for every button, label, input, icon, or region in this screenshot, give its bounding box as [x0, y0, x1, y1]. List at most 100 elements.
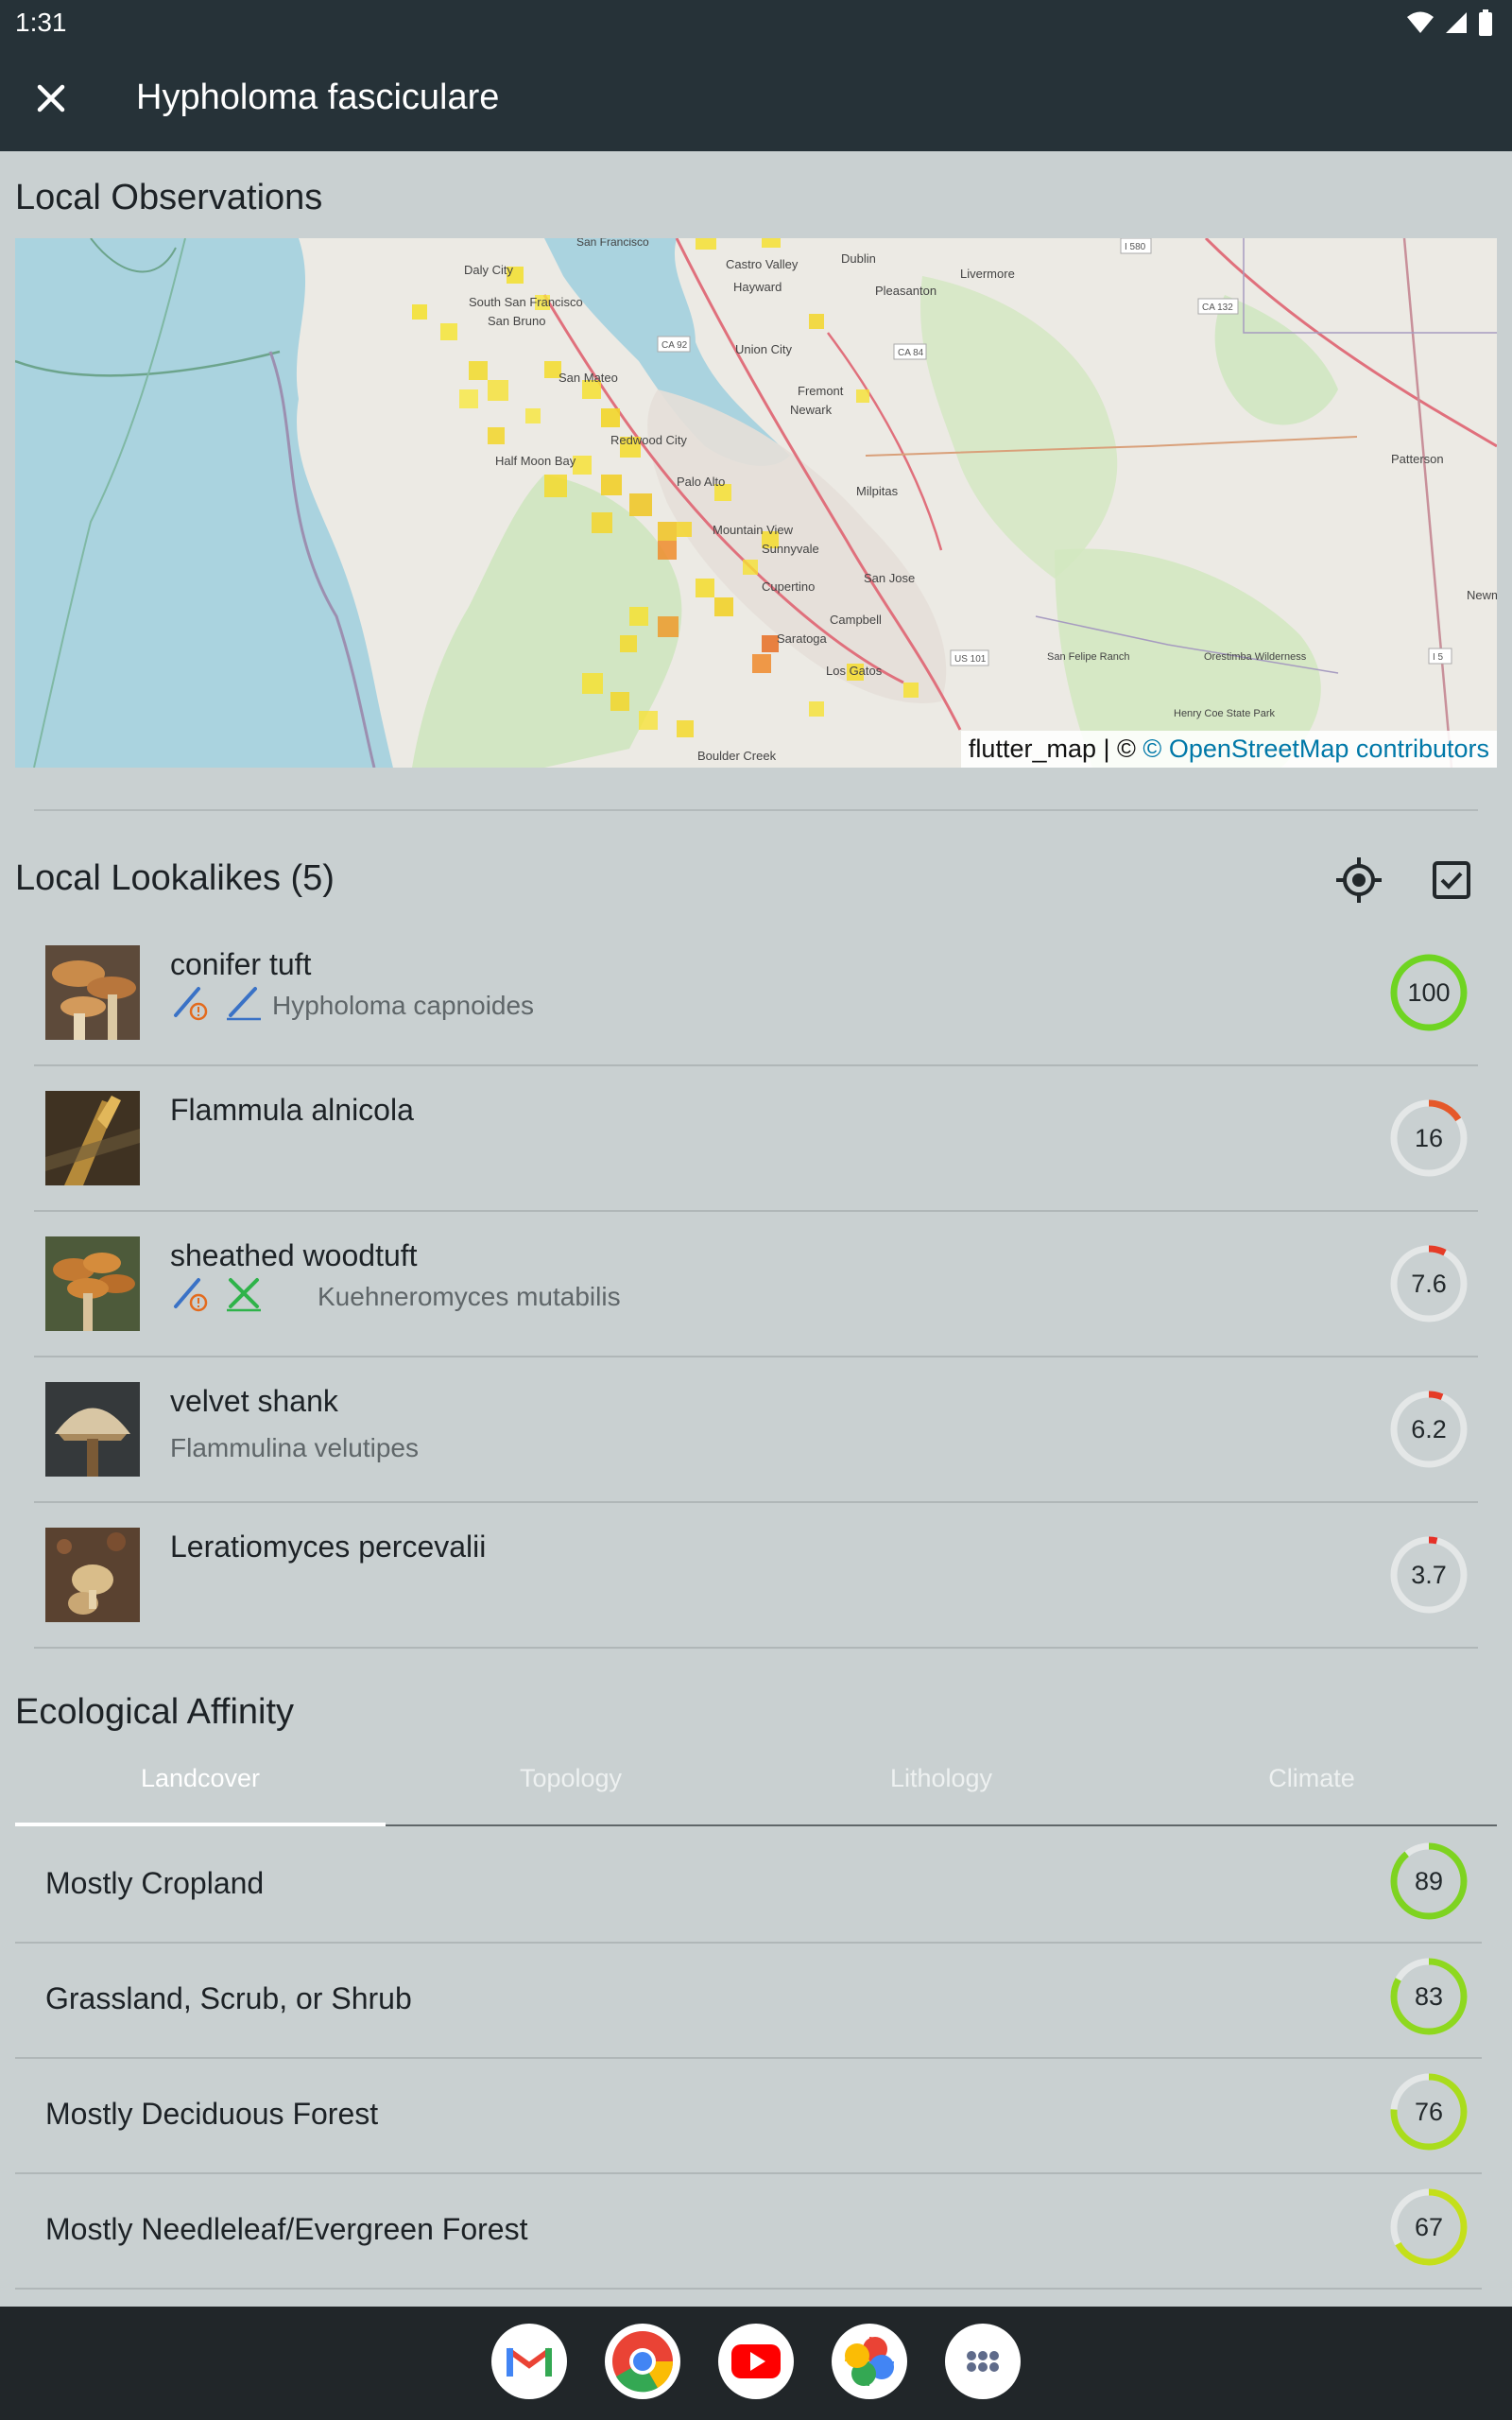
map-label: Campbell: [830, 613, 882, 627]
map-label: Sunnyvale: [762, 542, 819, 556]
map-label: San Felipe Ranch: [1047, 651, 1129, 663]
map-label: Fremont: [798, 384, 844, 398]
map-label: Livermore: [960, 267, 1015, 281]
tab-climate[interactable]: Climate: [1126, 1745, 1497, 1826]
app-bar: Hypholoma fasciculare: [0, 45, 1512, 151]
affinity-label: Grassland, Scrub, or Shrub: [45, 1981, 412, 2015]
mushroom-thumbnail: [45, 1236, 140, 1331]
affinity-row[interactable]: Grassland, Scrub, or Shrub 83: [15, 1944, 1482, 2059]
mushroom-thumbnail: [45, 1528, 140, 1622]
score-value: 89: [1414, 1867, 1444, 1895]
section-divider: [34, 809, 1478, 811]
map-label: Daly City: [464, 263, 514, 277]
lookalike-scientific-name: Hypholoma capnoides: [272, 991, 535, 1020]
map-label: Pleasanton: [875, 284, 936, 298]
chrome-icon[interactable]: [605, 2324, 680, 2399]
score-ring: 3.7: [1389, 1535, 1469, 1615]
lookalike-common-name: Leratiomyces percevalii: [170, 1530, 487, 1564]
map-label: Hayward: [733, 280, 782, 294]
list-item[interactable]: Leratiomyces percevalii 3.7: [34, 1503, 1478, 1649]
score-value: 83: [1414, 1982, 1444, 2011]
affinity-row[interactable]: Mostly Cropland 89: [15, 1828, 1482, 1944]
lookalike-common-name: sheathed woodtuft: [170, 1238, 418, 1272]
gmail-icon[interactable]: [491, 2324, 567, 2399]
attribution-text: flutter_map | ©: [968, 735, 1136, 763]
knife-icon: [227, 987, 261, 1021]
affinity-row[interactable]: Mostly Needleleaf/Evergreen Forest 67: [15, 2174, 1482, 2290]
score-value: 16: [1414, 1124, 1444, 1152]
mushroom-thumbnail: [45, 945, 140, 1040]
score-value: 3.7: [1411, 1561, 1447, 1589]
status-time: 1:31: [15, 8, 67, 37]
road-label: I 5: [1433, 652, 1444, 663]
list-item[interactable]: velvet shank Flammulina velutipes 6.2: [34, 1357, 1478, 1503]
close-icon[interactable]: [26, 74, 76, 123]
lookalike-common-name: velvet shank: [170, 1384, 338, 1418]
tab-lithology[interactable]: Lithology: [756, 1745, 1126, 1826]
status-bar: 1:31: [0, 0, 1512, 45]
map-label: Orestimba Wilderness: [1204, 651, 1307, 663]
map-label: San Francisco: [576, 238, 649, 249]
score-value: 76: [1414, 2098, 1444, 2126]
score-ring: 89: [1389, 1841, 1469, 1921]
map-label: San Bruno: [488, 314, 545, 328]
observations-map[interactable]: Daly City South San Francisco San Bruno …: [15, 238, 1497, 768]
score-value: 7.6: [1411, 1270, 1447, 1298]
checkbox-checked-icon[interactable]: [1425, 854, 1478, 907]
map-label: Half Moon Bay: [495, 454, 576, 468]
score-ring: 6.2: [1389, 1390, 1469, 1469]
youtube-icon[interactable]: [718, 2324, 794, 2399]
app-dock: [0, 2307, 1512, 2420]
lookalike-common-name: Flammula alnicola: [170, 1093, 414, 1127]
map-label: Castro Valley: [726, 257, 799, 271]
mushroom-thumbnail: [45, 1382, 140, 1477]
map-label: Newman: [1467, 588, 1497, 602]
map-label: Union City: [735, 342, 792, 356]
ecology-tabs: Landcover Topology Lithology Climate: [15, 1745, 1497, 1826]
map-label: Saratoga: [777, 631, 828, 646]
map-label: South San Francisco: [469, 295, 583, 309]
list-item[interactable]: conifer tuft Hypholoma capnoides 100: [34, 921, 1478, 1066]
map-label: San Mateo: [558, 371, 618, 385]
tab-landcover[interactable]: Landcover: [15, 1745, 386, 1826]
map-label: Palo Alto: [677, 475, 725, 489]
app-drawer-icon[interactable]: [945, 2324, 1021, 2399]
tab-topology[interactable]: Topology: [386, 1745, 756, 1826]
edibility-badges: [170, 1274, 263, 1312]
score-ring: 67: [1389, 2187, 1469, 2267]
map-label: San Jose: [864, 571, 915, 585]
active-tab-indicator: [15, 1823, 386, 1826]
crossed-utensils-icon: [227, 1278, 261, 1312]
lookalike-scientific-name: Kuehneromyces mutabilis: [318, 1282, 621, 1311]
list-item[interactable]: Flammula alnicola 16: [34, 1066, 1478, 1212]
battery-icon: [1479, 9, 1492, 36]
cell-signal-icon: [1446, 12, 1467, 33]
road-label: CA 132: [1202, 302, 1233, 313]
road-label: I 580: [1125, 242, 1146, 252]
lookalike-common-name: conifer tuft: [170, 947, 312, 981]
score-ring: 76: [1389, 2072, 1469, 2152]
score-ring: 16: [1389, 1098, 1469, 1178]
score-value: 6.2: [1411, 1415, 1447, 1443]
my-location-icon[interactable]: [1332, 854, 1385, 907]
mushroom-thumbnail: [45, 1091, 140, 1185]
road-label: CA 92: [662, 340, 688, 351]
knife-warning-icon: [174, 987, 208, 1021]
road-label: US 101: [954, 654, 987, 665]
edibility-badges: [170, 983, 263, 1021]
map-label: Boulder Creek: [697, 749, 777, 763]
map-label: Cupertino: [762, 579, 815, 594]
page-title: Hypholoma fasciculare: [136, 78, 500, 117]
map-label: Patterson: [1391, 452, 1444, 466]
affinity-label: Mostly Needleleaf/Evergreen Forest: [45, 2212, 528, 2246]
photos-icon[interactable]: [832, 2324, 907, 2399]
affinity-label: Mostly Deciduous Forest: [45, 2097, 379, 2131]
affinity-row[interactable]: Mostly Deciduous Forest 76: [15, 2059, 1482, 2174]
map-canvas[interactable]: Daly City South San Francisco San Bruno …: [15, 238, 1497, 768]
map-label: Dublin: [841, 251, 876, 266]
list-item[interactable]: sheathed woodtuft Kuehneromyces mutabili…: [34, 1212, 1478, 1357]
map-label: Redwood City: [610, 433, 687, 447]
osm-attribution-link[interactable]: © OpenStreetMap contributors: [1143, 735, 1489, 763]
lookalike-scientific-name: Flammulina velutipes: [170, 1433, 419, 1462]
score-ring: 7.6: [1389, 1244, 1469, 1323]
